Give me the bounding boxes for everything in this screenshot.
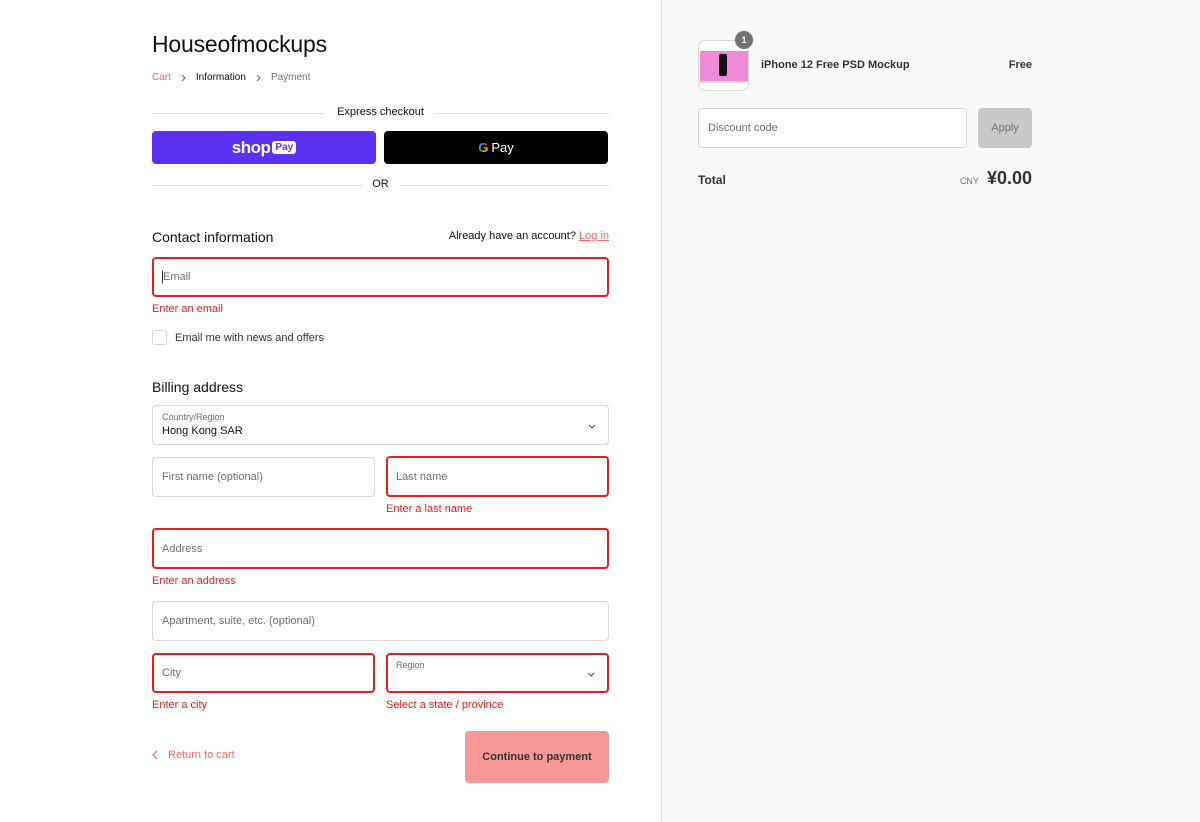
google-icon: G	[478, 140, 489, 155]
product-name: iPhone 12 Free PSD Mockup	[761, 59, 910, 71]
contact-information-title: Contact information	[152, 229, 274, 245]
express-checkout-label: Express checkout	[337, 106, 424, 118]
chevron-right-icon	[181, 74, 186, 82]
address-field[interactable]: Address	[152, 528, 609, 569]
address-placeholder: Address	[162, 542, 203, 555]
billing-address-title: Billing address	[152, 379, 244, 395]
apartment-field[interactable]: Apartment, suite, etc. (optional)	[152, 601, 609, 641]
city-error: Enter a city	[152, 699, 208, 711]
first-name-field[interactable]: First name (optional)	[152, 457, 375, 497]
country-select[interactable]: Country/Region Hong Kong SAR	[152, 405, 609, 445]
email-placeholder-wrap: Email	[162, 270, 191, 284]
country-value: Hong Kong SAR	[162, 425, 243, 437]
email-field[interactable]: Email	[152, 257, 609, 297]
store-name[interactable]: Houseofmockups	[152, 31, 327, 58]
divider	[400, 185, 609, 186]
or-divider: OR	[152, 178, 609, 192]
return-to-cart-label: Return to cart	[168, 749, 235, 761]
continue-to-payment-button[interactable]: Continue to payment	[465, 731, 609, 783]
region-select[interactable]: Region	[386, 653, 609, 693]
total-value: CNY ¥0.00	[960, 168, 1032, 189]
return-to-cart-link[interactable]: Return to cart	[152, 749, 235, 761]
chevron-down-icon	[588, 416, 596, 434]
apply-discount-button[interactable]: Apply	[978, 108, 1032, 148]
product-price: Free	[1008, 59, 1032, 71]
google-pay-button[interactable]: G Pay	[384, 131, 608, 164]
email-error: Enter an email	[152, 303, 223, 315]
total-label: Total	[698, 173, 726, 187]
product-image-base	[700, 81, 748, 83]
last-name-field[interactable]: Last name	[386, 456, 609, 497]
region-label: Region	[396, 660, 425, 670]
country-label: Country/Region	[162, 412, 225, 422]
address-error: Enter an address	[152, 575, 236, 587]
shop-pay-logo: shop	[231, 137, 271, 157]
apartment-placeholder: Apartment, suite, etc. (optional)	[162, 615, 315, 627]
phone-icon	[719, 54, 727, 76]
breadcrumb: Cart Information Payment	[152, 72, 310, 83]
last-name-placeholder: Last name	[396, 470, 448, 483]
express-checkout-header: Express checkout	[152, 106, 609, 122]
chevron-left-icon	[152, 750, 158, 760]
quantity-badge: 1	[735, 31, 753, 49]
chevron-down-icon	[587, 664, 595, 682]
breadcrumb-information: Information	[195, 72, 246, 83]
account-prompt-text: Already have an account?	[448, 230, 576, 242]
discount-code-placeholder: Discount code	[708, 122, 778, 134]
region-error: Select a state / province	[386, 699, 504, 711]
account-prompt: Already have an account? Log in	[449, 230, 609, 242]
newsletter-checkbox[interactable]	[152, 330, 167, 345]
city-placeholder: City	[162, 667, 181, 679]
divider	[436, 113, 609, 114]
breadcrumb-cart[interactable]: Cart	[152, 72, 171, 83]
first-name-placeholder: First name (optional)	[162, 471, 263, 483]
discount-code-field[interactable]: Discount code	[698, 108, 967, 148]
login-link[interactable]: Log in	[579, 230, 609, 242]
shop-pay-chip: Pay	[272, 141, 297, 154]
total-currency: CNY	[959, 176, 979, 186]
newsletter-label[interactable]: Email me with news and offers	[175, 332, 324, 344]
google-pay-label: Pay	[491, 140, 514, 155]
breadcrumb-payment: Payment	[270, 72, 311, 83]
newsletter-option[interactable]: Email me with news and offers	[152, 330, 324, 345]
chevron-right-icon	[256, 74, 261, 82]
city-field[interactable]: City	[152, 653, 375, 693]
shop-pay-button[interactable]: shop Pay	[152, 131, 376, 164]
or-label: OR	[372, 178, 389, 190]
total-amount: ¥0.00	[986, 168, 1032, 188]
email-placeholder: Email	[163, 270, 191, 283]
last-name-error: Enter a last name	[386, 503, 473, 515]
